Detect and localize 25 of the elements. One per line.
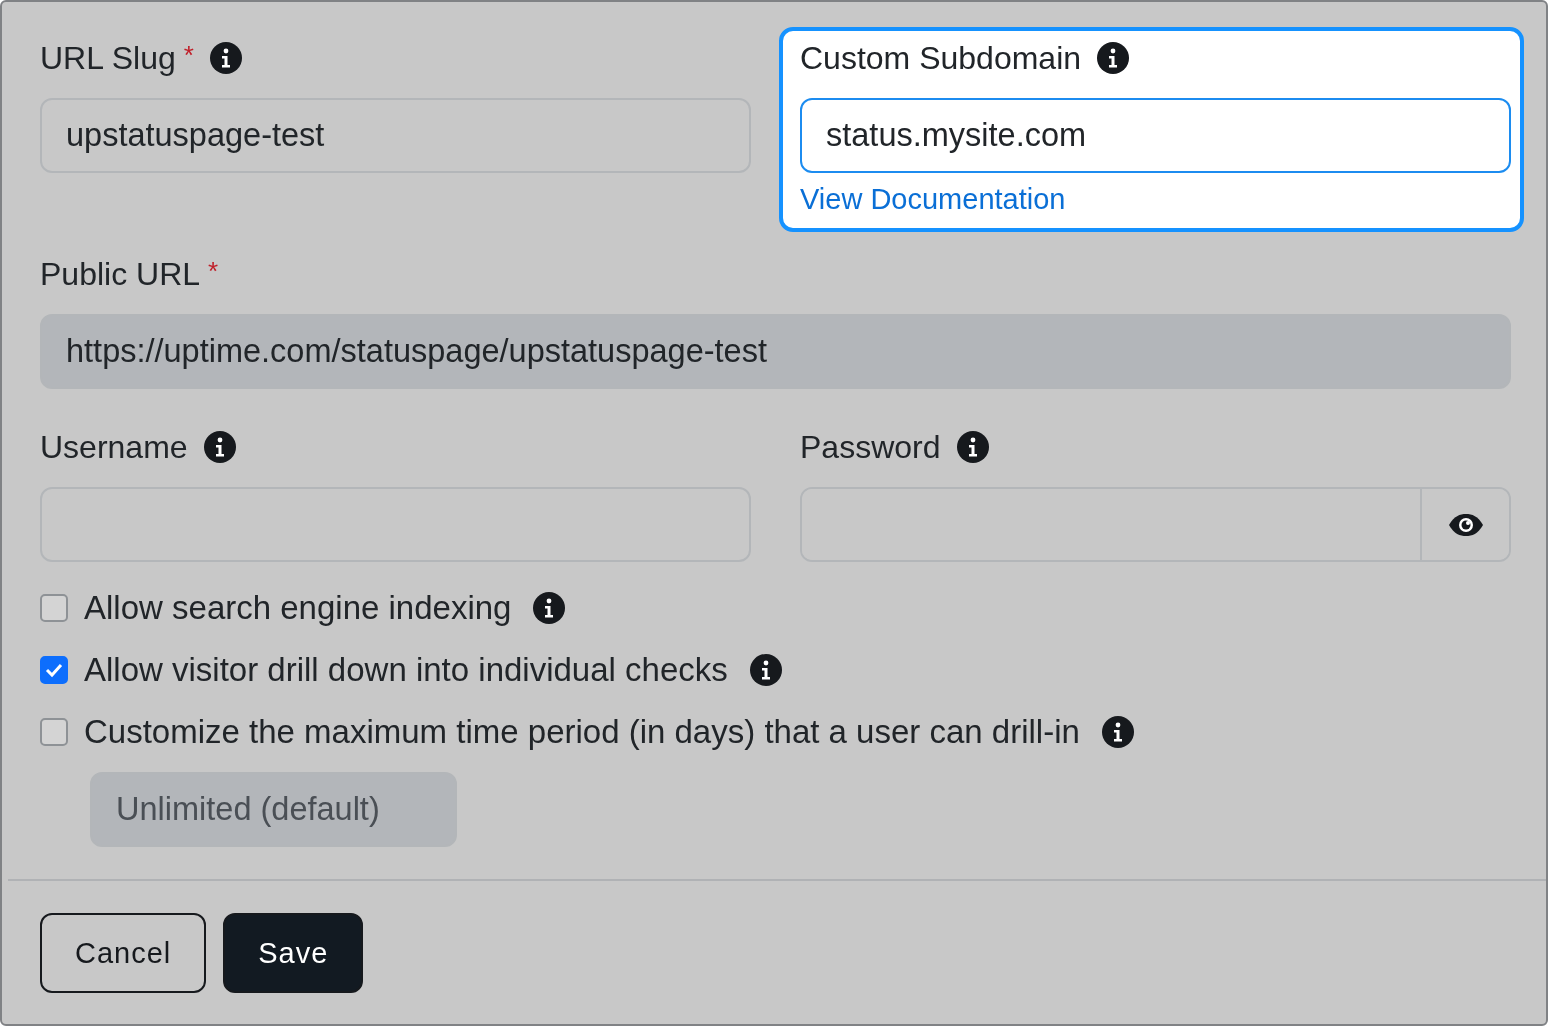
option-label: Customize the maximum time period (in days) that a user can drill-in [84, 713, 1080, 751]
checkbox[interactable] [40, 656, 68, 684]
checkbox[interactable] [40, 594, 68, 622]
required-mark: * [183, 40, 194, 71]
field-label: Public URL [40, 255, 201, 293]
documentation-link[interactable]: View Documentation [800, 183, 1066, 216]
field-label: Password [800, 428, 941, 466]
subdomain-field[interactable]: status.mysite.com [800, 98, 1511, 173]
field-label: Custom Subdomain [800, 39, 1082, 77]
save-button[interactable]: Save [223, 913, 364, 993]
field-label: URL Slug [40, 39, 176, 77]
info-icon[interactable] [533, 592, 566, 624]
info-icon[interactable] [1097, 42, 1130, 74]
info-icon[interactable] [749, 654, 782, 686]
info-icon[interactable] [1101, 716, 1134, 748]
required-mark: * [208, 256, 219, 287]
info-icon[interactable] [203, 431, 236, 463]
info-icon[interactable] [209, 42, 242, 74]
checkbox[interactable] [40, 718, 68, 746]
cancel-button[interactable]: Cancel [40, 913, 207, 993]
info-icon[interactable] [956, 431, 989, 463]
field-label: Username [40, 428, 188, 466]
slug-field[interactable]: upstatuspage-test [40, 98, 751, 173]
option-label: Allow search engine indexing [84, 589, 512, 627]
option-label: Allow visitor drill down into individual checks [84, 651, 728, 689]
